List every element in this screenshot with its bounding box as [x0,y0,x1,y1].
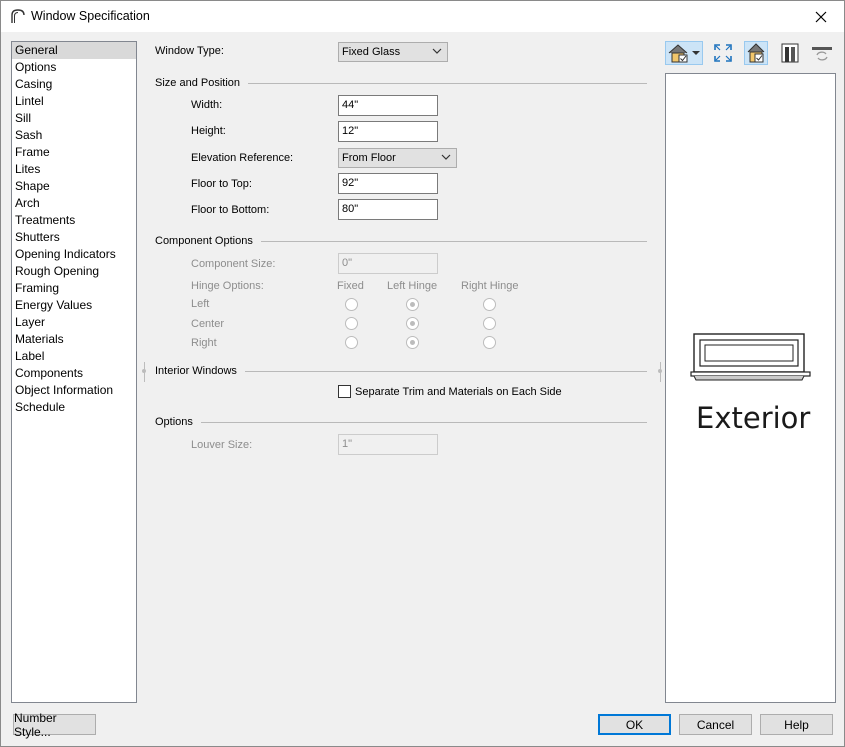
elevation-reference-value: From Floor [342,152,396,164]
center-right-hinge-radio [483,317,496,330]
sidebar-item-materials[interactable]: Materials [12,331,136,348]
hinge-col-right-hinge: Right Hinge [461,280,519,292]
show-house-button[interactable] [744,41,768,65]
sidebar-item-framing[interactable]: Framing [12,280,136,297]
refresh-button[interactable] [810,41,834,65]
sidebar-item-shape[interactable]: Shape [12,178,136,195]
options-section: Options [155,416,647,428]
door-view-icon [781,43,799,63]
elevation-view-button[interactable] [665,41,703,65]
sidebar-item-layer[interactable]: Layer [12,314,136,331]
hinge-row-center-label: Center [191,318,225,330]
door-view-button[interactable] [778,41,802,65]
sidebar-item-rough-opening[interactable]: Rough Opening [12,263,136,280]
right-right-hinge-radio [483,336,496,349]
height-input[interactable]: 12" [338,121,438,142]
hinge-col-fixed: Fixed [337,280,364,292]
window-type-label: Window Type: [155,45,224,57]
sidebar-item-treatments[interactable]: Treatments [12,212,136,229]
window-type-select[interactable]: Fixed Glass [338,42,448,62]
size-position-section: Size and Position [155,77,647,89]
hinge-col-left-hinge: Left Hinge [387,280,438,292]
floor-to-bottom-input[interactable]: 80" [338,199,438,220]
sidebar-item-frame[interactable]: Frame [12,144,136,161]
show-house-icon [747,43,765,63]
elevation-reference-select[interactable]: From Floor [338,148,457,168]
separate-trim-label[interactable]: Separate Trim and Materials on Each Side [355,386,562,398]
floor-to-top-label: Floor to Top: [191,178,252,190]
sidebar-item-sash[interactable]: Sash [12,127,136,144]
refresh-icon [812,47,832,61]
window-elevation-preview [690,333,811,381]
elevation-view-icon [668,44,700,63]
divider [244,370,647,372]
louver-size-input: 1" [338,434,438,455]
height-label: Height: [191,125,226,137]
divider [200,421,647,423]
sidebar-item-lintel[interactable]: Lintel [12,93,136,110]
sidebar-item-components[interactable]: Components [12,365,136,382]
center-fixed-radio [345,317,358,330]
close-button[interactable] [798,1,844,32]
sidebar-item-object-information[interactable]: Object Information [12,382,136,399]
right-left-hinge-radio [406,336,419,349]
floor-to-top-input[interactable]: 92" [338,173,438,194]
hinge-row-right-label: Right [191,337,217,349]
fit-to-window-button[interactable] [711,41,735,65]
title-bar: Window Specification [1,1,844,32]
right-fixed-radio [345,336,358,349]
separate-trim-checkbox[interactable] [338,385,351,398]
component-options-section: Component Options [155,235,647,247]
size-position-heading: Size and Position [155,77,240,89]
sidebar-item-shutters[interactable]: Shutters [12,229,136,246]
hinge-options-label: Hinge Options: [191,280,264,292]
hinge-row-left-label: Left [191,298,210,310]
sidebar-item-energy-values[interactable]: Energy Values [12,297,136,314]
divider [260,240,647,242]
floor-to-bottom-label: Floor to Bottom: [191,204,270,216]
help-button[interactable]: Help [760,714,833,735]
options-heading: Options [155,416,193,428]
sidebar-item-general[interactable]: General [12,42,136,59]
cancel-button[interactable]: Cancel [679,714,752,735]
sidebar-item-schedule[interactable]: Schedule [12,399,136,416]
interior-windows-heading: Interior Windows [155,365,237,377]
width-label: Width: [191,99,223,111]
louver-size-label: Louver Size: [191,439,253,451]
window-specification-dialog: Window Specification General Options Casin… [0,0,845,747]
close-icon [815,11,827,22]
sidebar-item-label[interactable]: Label [12,348,136,365]
interior-windows-section: Interior Windows [155,365,647,377]
preview-view-label: Exterior [696,401,811,435]
width-input[interactable]: 44" [338,95,438,116]
left-fixed-radio [345,298,358,311]
component-size-input: 0" [338,253,438,274]
divider [248,82,647,84]
splitter-dot-right [658,369,662,373]
sidebar-item-sill[interactable]: Sill [12,110,136,127]
elevation-reference-label: Elevation Reference: [191,152,294,164]
sidebar-item-opening-indicators[interactable]: Opening Indicators [12,246,136,263]
sidebar-item-lites[interactable]: Lites [12,161,136,178]
number-style-button[interactable]: Number Style... [13,711,96,739]
fit-to-window-icon [714,44,732,62]
splitter-dot-left [142,369,146,373]
sidebar-item-arch[interactable]: Arch [12,195,136,212]
left-left-hinge-radio [406,298,419,311]
component-size-label: Component Size: [191,258,276,270]
window-title: Window Specification [31,9,150,23]
chevron-down-icon [432,48,442,54]
center-left-hinge-radio [406,317,419,330]
category-list[interactable]: General Options Casing Lintel Sill Sash Frame L… [11,41,137,703]
ok-button[interactable]: OK [598,714,671,735]
sidebar-item-options[interactable]: Options [12,59,136,76]
component-options-heading: Component Options [155,235,253,247]
window-type-value: Fixed Glass [342,46,401,58]
left-right-hinge-radio [483,298,496,311]
preview-panel[interactable]: Exterior [665,73,836,703]
arch-window-icon [11,9,25,23]
sidebar-item-casing[interactable]: Casing [12,76,136,93]
chevron-down-icon [441,154,451,160]
